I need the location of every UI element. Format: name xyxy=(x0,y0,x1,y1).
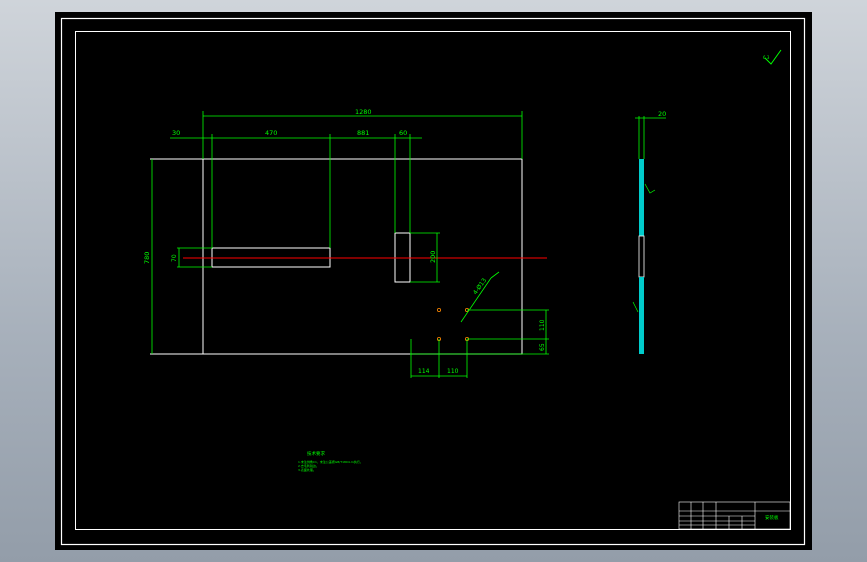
svg-text:6.3: 6.3 xyxy=(763,55,770,60)
dim-overall-width: 1280 xyxy=(355,108,372,116)
dimension-lines xyxy=(151,111,549,378)
side-hatch-lower xyxy=(639,277,644,354)
dim-left-offset: 30 xyxy=(172,129,180,137)
title-block-part-name: 安装板 xyxy=(765,514,779,521)
inner-border xyxy=(75,31,791,530)
side-view: 20 xyxy=(632,110,666,354)
side-window-gap xyxy=(638,235,645,278)
main-plate-view xyxy=(150,158,547,355)
dim-slot-height: 70 xyxy=(171,254,178,262)
dim-side-thickness: 20 xyxy=(658,110,666,118)
dim-hole-y2: 65 xyxy=(539,343,546,351)
drawing-canvas[interactable]: 6.3 1280 30 470 881 60 780 70 200 114 11… xyxy=(55,12,812,550)
dim-window-position: 881 xyxy=(357,129,369,137)
dim-window-height: 200 xyxy=(429,251,437,263)
dim-hole-x2: 110 xyxy=(447,368,459,375)
dim-hole-y1: 110 xyxy=(539,319,546,331)
cad-drawing: 6.3 1280 30 470 881 60 780 70 200 114 11… xyxy=(60,17,806,546)
roughness-symbol: 6.3 xyxy=(763,49,782,65)
dim-overall-height: 780 xyxy=(143,252,151,264)
dim-hole-callout: 4-Ø13 xyxy=(472,277,488,296)
dim-window-width: 60 xyxy=(399,129,407,137)
mounting-holes xyxy=(436,307,469,341)
side-hatch-upper xyxy=(639,159,644,236)
dim-slot-width: 470 xyxy=(265,129,277,137)
tech-notes: 技术要求 1.未注倒角C1，未注公差按GB/T1804-m执行。 2.去毛刺锐边… xyxy=(298,450,363,472)
dim-hole-x1: 114 xyxy=(418,368,430,375)
notes-line-3: 3.表面处理。 xyxy=(298,467,316,472)
title-block: 安装板 xyxy=(678,501,791,530)
outer-border xyxy=(60,17,806,546)
notes-title: 技术要求 xyxy=(307,450,325,457)
